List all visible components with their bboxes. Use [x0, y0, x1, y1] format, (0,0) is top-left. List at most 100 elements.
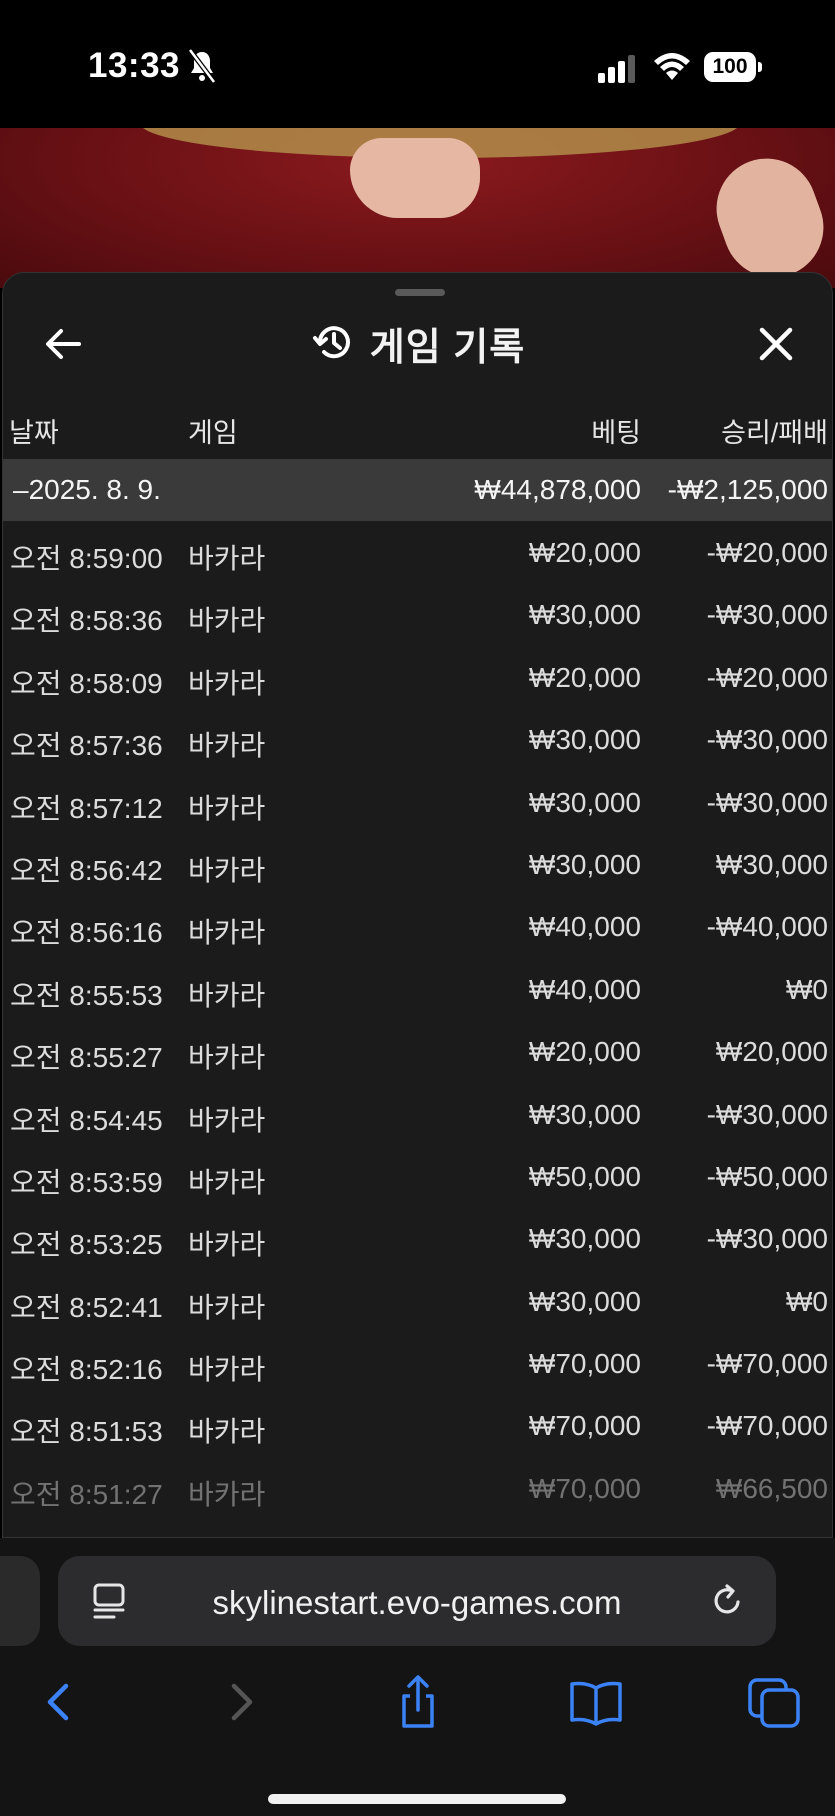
row-game: 바카라: [188, 1042, 266, 1074]
table-row[interactable]: 오전 8:51:27 바카라 ₩70,000 ₩66,500: [3, 1461, 832, 1523]
table-row[interactable]: 오전 8:51:53 바카라 ₩70,000 -₩70,000: [3, 1398, 832, 1460]
row-time: 오전 8:58:09: [10, 667, 163, 699]
home-indicator[interactable]: [268, 1794, 566, 1804]
row-game: 바카라: [188, 667, 266, 699]
browser-forward-icon[interactable]: [210, 1672, 270, 1732]
row-time: 오전 8:58:36: [10, 605, 163, 637]
row-game: 바카라: [188, 605, 266, 637]
row-time: 오전 8:53:25: [10, 1229, 163, 1261]
table-row[interactable]: 오전 8:56:16 바카라 ₩40,000 -₩40,000: [3, 899, 832, 961]
bookmarks-icon[interactable]: [566, 1672, 626, 1732]
row-result: -₩70,000: [706, 1348, 828, 1380]
battery-cap: [758, 62, 762, 72]
video-dealer-hand: [350, 138, 480, 218]
row-bet: ₩40,000: [528, 911, 641, 943]
wifi-icon: [654, 53, 690, 80]
row-game: 바카라: [188, 1354, 266, 1386]
row-bet: ₩30,000: [528, 848, 641, 880]
row-time: 오전 8:55:27: [10, 1042, 163, 1074]
battery-indicator: 100: [704, 52, 762, 82]
row-result: ₩0: [786, 1285, 828, 1317]
row-result: -₩20,000: [706, 537, 828, 568]
row-result: -₩70,000: [706, 1410, 828, 1442]
row-result: ₩30,000: [715, 848, 828, 880]
sheet-grabber[interactable]: [395, 289, 445, 296]
table-row[interactable]: 오전 8:55:53 바카라 ₩40,000 ₩0: [3, 962, 832, 1024]
table-row[interactable]: 오전 8:58:09 바카라 ₩20,000 -₩20,000: [3, 650, 832, 712]
video-dealer-arm: [702, 144, 835, 288]
row-result: -₩30,000: [706, 1098, 828, 1130]
browser-toolbar: skylinestart.evo-games.com: [0, 1538, 835, 1816]
row-time: 오전 8:57:36: [10, 730, 163, 762]
row-bet: ₩20,000: [528, 661, 641, 693]
row-game: 바카라: [188, 979, 266, 1011]
previous-tab-peek[interactable]: [0, 1556, 40, 1646]
close-icon[interactable]: [751, 319, 801, 369]
date-group-total-result: -₩2,125,000: [667, 474, 828, 505]
battery-level: 100: [704, 52, 756, 82]
row-time: 오전 8:56:16: [10, 917, 163, 949]
row-time: 오전 8:59:00: [10, 543, 163, 574]
row-result: -₩30,000: [706, 1223, 828, 1255]
row-game: 바카라: [188, 792, 266, 824]
row-time: 오전 8:57:12: [10, 792, 163, 824]
row-time: 오전 8:54:45: [10, 1104, 163, 1136]
date-group-row[interactable]: –2025. 8. 9. ₩44,878,000 -₩2,125,000: [3, 459, 832, 521]
row-time: 오전 8:56:42: [10, 854, 163, 886]
date-group-total-bet: ₩44,878,000: [474, 474, 641, 505]
date-group-date: –2025. 8. 9.: [13, 474, 161, 505]
row-result: ₩0: [786, 973, 828, 1005]
row-result: -₩30,000: [706, 786, 828, 818]
url-bar[interactable]: skylinestart.evo-games.com: [58, 1556, 776, 1646]
table-row[interactable]: 오전 8:58:36 바카라 ₩30,000 -₩30,000: [3, 587, 832, 649]
row-result: -₩40,000: [706, 911, 828, 943]
table-row[interactable]: 오전 8:57:12 바카라 ₩30,000 -₩30,000: [3, 775, 832, 837]
row-bet: ₩20,000: [528, 537, 641, 568]
tabs-icon[interactable]: [744, 1672, 804, 1732]
table-row[interactable]: 오전 8:53:59 바카라 ₩50,000 -₩50,000: [3, 1149, 832, 1211]
column-header-game: 게임: [188, 418, 238, 448]
row-game: 바카라: [188, 543, 266, 574]
row-bet: ₩30,000: [528, 724, 641, 756]
table-row[interactable]: 오전 8:52:41 바카라 ₩30,000 ₩0: [3, 1274, 832, 1336]
row-result: -₩50,000: [706, 1160, 828, 1192]
table-row[interactable]: 오전 8:56:42 바카라 ₩30,000 ₩30,000: [3, 837, 832, 899]
table-row[interactable]: 오전 8:53:25 바카라 ₩30,000 -₩30,000: [3, 1211, 832, 1273]
table-row[interactable]: 오전 8:59:00 바카라 ₩20,000 -₩20,000: [3, 525, 832, 587]
row-time: 오전 8:53:59: [10, 1166, 163, 1198]
row-result: -₩30,000: [706, 724, 828, 756]
row-result: ₩20,000: [715, 1036, 828, 1068]
row-game: 바카라: [188, 1104, 266, 1136]
browser-back-icon[interactable]: [30, 1672, 90, 1732]
row-result: -₩20,000: [706, 661, 828, 693]
row-time: 오전 8:51:53: [10, 1416, 163, 1448]
share-icon[interactable]: [388, 1672, 448, 1732]
cellular-signal-icon: [598, 55, 635, 83]
table-row[interactable]: 오전 8:57:36 바카라 ₩30,000 -₩30,000: [3, 712, 832, 774]
bell-muted-icon: [188, 48, 216, 84]
row-bet: ₩30,000: [528, 1223, 641, 1255]
row-bet: ₩70,000: [528, 1472, 641, 1504]
row-game: 바카라: [188, 854, 266, 886]
row-game: 바카라: [188, 1478, 266, 1510]
table-row[interactable]: 오전 8:54:45 바카라 ₩30,000 -₩30,000: [3, 1087, 832, 1149]
table-row[interactable]: 오전 8:52:16 바카라 ₩70,000 -₩70,000: [3, 1336, 832, 1398]
table-row[interactable]: 오전 8:55:27 바카라 ₩20,000 ₩20,000: [3, 1024, 832, 1086]
row-time: 오전 8:51:27: [10, 1478, 163, 1510]
live-video-background: [0, 128, 835, 288]
column-header-bet: 베팅: [591, 418, 641, 448]
panel-header: 게임 기록: [3, 315, 832, 371]
row-game: 바카라: [188, 730, 266, 762]
status-time: 13:33: [88, 46, 181, 85]
row-result: -₩30,000: [706, 599, 828, 631]
row-bet: ₩20,000: [528, 1036, 641, 1068]
game-history-panel: 게임 기록 날짜 게임 베팅 승리/패배 –2025. 8. 9. ₩44,87…: [2, 272, 833, 1538]
row-time: 오전 8:52:16: [10, 1354, 163, 1386]
row-game: 바카라: [188, 1291, 266, 1323]
row-game: 바카라: [188, 1416, 266, 1448]
reload-icon[interactable]: [708, 1582, 746, 1620]
row-bet: ₩30,000: [528, 1285, 641, 1317]
table-header: 날짜 게임 베팅 승리/패배: [3, 403, 832, 453]
column-header-date: 날짜: [9, 418, 59, 448]
row-bet: ₩30,000: [528, 786, 641, 818]
